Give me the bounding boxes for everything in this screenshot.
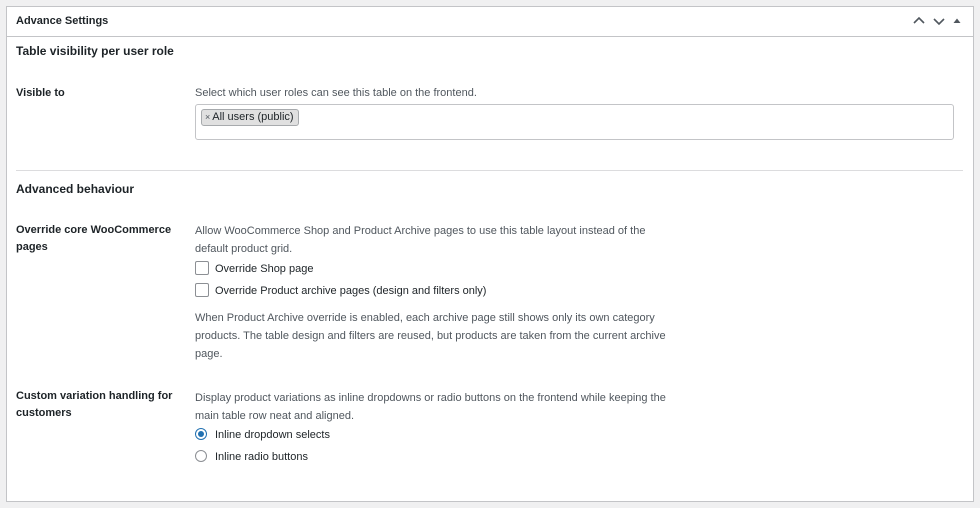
advance-settings-panel: Advance Settings Table visibility per us… (6, 6, 974, 502)
inline-dropdown-radio[interactable] (195, 428, 207, 440)
advanced-section-title: Advanced behaviour (16, 182, 135, 196)
override-archive-checkbox[interactable] (195, 283, 209, 297)
variation-label: Custom variation handling for customers (16, 390, 173, 419)
visible-to-label: Visible to (16, 87, 65, 99)
panel-header: Advance Settings (7, 7, 973, 37)
variation-description: Display product variations as inline dro… (195, 392, 666, 422)
section-divider (16, 170, 963, 171)
panel-title: Advance Settings (16, 15, 109, 27)
inline-radio-radio[interactable] (195, 450, 207, 462)
move-up-chevron-icon[interactable] (911, 13, 927, 29)
collapse-triangle-icon[interactable] (949, 13, 965, 29)
move-down-chevron-icon[interactable] (931, 13, 947, 29)
visible-to-description: Select which user roles can see this tab… (195, 87, 477, 99)
selected-role-tag: × All users (public) (201, 109, 299, 126)
selected-role-label: All users (public) (212, 111, 294, 123)
override-note: When Product Archive override is enabled… (195, 312, 666, 360)
visibility-section-title: Table visibility per user role (16, 44, 174, 58)
override-description: Allow WooCommerce Shop and Product Archi… (195, 225, 646, 255)
override-shop-label: Override Shop page (215, 263, 314, 275)
inline-radio-label: Inline radio buttons (215, 451, 308, 463)
user-roles-select[interactable]: × All users (public) (195, 104, 954, 140)
remove-tag-icon[interactable]: × (205, 112, 210, 122)
override-shop-checkbox[interactable] (195, 261, 209, 275)
inline-dropdown-label: Inline dropdown selects (215, 429, 330, 441)
override-archive-label: Override Product archive pages (design a… (215, 285, 487, 297)
override-label: Override core WooCommerce pages (16, 224, 172, 253)
